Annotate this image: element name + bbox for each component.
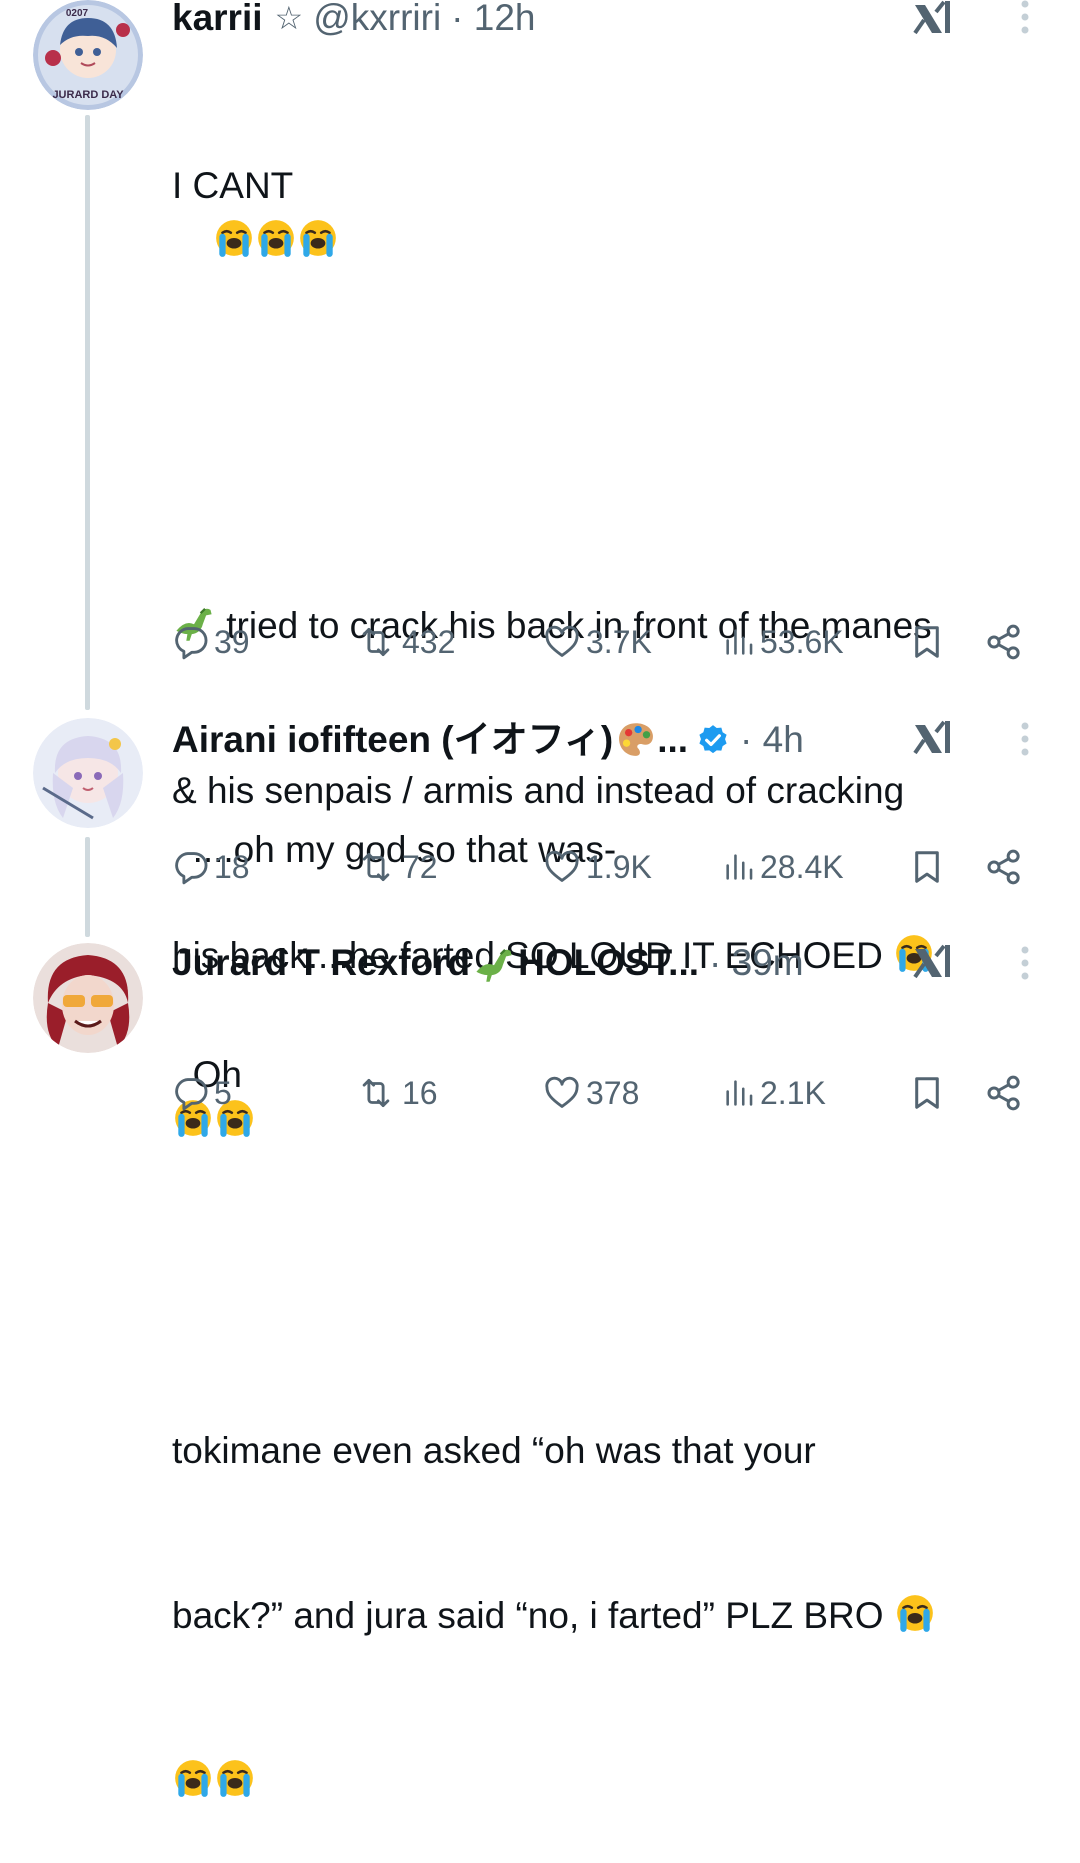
more-icon[interactable] (1015, 942, 1035, 986)
avatar-caption: JURARD DAY (52, 89, 124, 101)
repost-count: 72 (402, 848, 438, 885)
view-count: 2.1K (760, 1074, 826, 1111)
repost-button[interactable]: 16 (354, 1071, 438, 1115)
tweet-header: karrii ☆ @kxrriri · 12h (172, 0, 950, 40)
share-icon (984, 1073, 1024, 1113)
name-truncation: ... (657, 719, 689, 760)
like-button[interactable]: 1.9K (542, 845, 652, 889)
bookmark-button[interactable] (908, 620, 950, 664)
author-handle[interactable]: @kxrriri (313, 0, 441, 40)
like-count: 1.9K (586, 848, 652, 885)
dinosaur-emoji (470, 941, 518, 985)
views-icon (722, 848, 756, 886)
repost-icon (354, 848, 398, 886)
bookmark-button[interactable] (908, 1071, 950, 1115)
reply-icon (172, 1074, 210, 1112)
repost-icon (354, 623, 398, 661)
avatar-number: 0207 (66, 8, 89, 19)
like-icon (542, 1074, 582, 1112)
bookmark-icon (908, 622, 946, 662)
grok-icon[interactable] (911, 0, 955, 41)
author-name[interactable]: Airani iofifteen (イオフィ) (172, 718, 613, 762)
share-button[interactable] (984, 620, 1028, 664)
views-button[interactable]: 28.4K (722, 845, 844, 889)
tweet-header: Jurard T Rexford HOLOST... · 39m (172, 941, 950, 985)
crying-emoji (214, 1757, 256, 1799)
verified-icon (696, 723, 730, 757)
tweet-actions: 39 432 3.7K 53.6K (172, 620, 1032, 664)
bookmark-icon (908, 1073, 946, 1113)
star-icon: ☆ (274, 0, 304, 36)
thread-line (85, 115, 90, 710)
author-name[interactable]: Jurard T Rexford (172, 941, 470, 985)
crying-emoji (213, 217, 255, 259)
reply-count: 18 (214, 848, 250, 885)
tweet-line: I CANT (172, 165, 294, 206)
timestamp[interactable]: · 4h (740, 718, 804, 762)
tweet-actions: 5 16 378 2.1K (172, 1071, 1032, 1115)
views-button[interactable]: 2.1K (722, 1071, 826, 1115)
share-icon (984, 847, 1024, 887)
crying-emoji (297, 217, 339, 259)
like-button[interactable]: 378 (542, 1071, 639, 1115)
views-button[interactable]: 53.6K (722, 620, 844, 664)
more-icon[interactable] (1015, 0, 1035, 40)
crying-emoji (255, 217, 297, 259)
like-button[interactable]: 3.7K (542, 620, 652, 664)
repost-button[interactable]: 432 (354, 620, 455, 664)
like-icon (542, 623, 582, 661)
reply-button[interactable]: 18 (172, 845, 250, 889)
like-icon (542, 848, 582, 886)
reply-icon (172, 848, 210, 886)
avatar[interactable] (33, 718, 143, 828)
author-name[interactable]: karrii (172, 0, 263, 40)
repost-count: 432 (402, 623, 456, 660)
timestamp[interactable]: · 12h (451, 0, 535, 40)
reply-button[interactable]: 39 (172, 620, 250, 664)
bookmark-button[interactable] (908, 845, 950, 889)
tweet-actions: 18 72 1.9K 28.4K (172, 845, 1032, 889)
avatar[interactable]: JURARD DAY 0207 (33, 0, 143, 110)
grok-icon[interactable] (911, 717, 955, 761)
repost-icon (354, 1074, 398, 1112)
palette-emoji (615, 719, 657, 761)
tweet-line: back?” and jura said “no, i farted” PLZ … (172, 1595, 884, 1636)
share-button[interactable] (984, 1071, 1028, 1115)
avatar[interactable] (33, 943, 143, 1053)
like-count: 3.7K (586, 623, 652, 660)
timestamp[interactable]: · 39m (709, 941, 804, 985)
reply-count: 5 (214, 1074, 232, 1111)
share-icon (984, 622, 1024, 662)
tweet-header: Airani iofifteen (イオフィ) ... · 4h (172, 718, 950, 762)
share-button[interactable] (984, 845, 1028, 889)
reply-count: 39 (214, 623, 250, 660)
crying-emoji (894, 1592, 936, 1634)
view-count: 53.6K (760, 623, 844, 660)
like-count: 378 (586, 1074, 640, 1111)
grok-icon[interactable] (911, 941, 955, 985)
tweet-line: tokimane even asked “oh was that your (172, 1430, 816, 1471)
bookmark-icon (908, 847, 946, 887)
reply-button[interactable]: 5 (172, 1071, 232, 1115)
views-icon (722, 1074, 756, 1112)
views-icon (722, 623, 756, 661)
thread-line (85, 837, 90, 937)
repost-count: 16 (402, 1074, 438, 1111)
crying-emoji (172, 1757, 214, 1799)
author-name-suffix[interactable]: HOLOST... (518, 941, 699, 985)
view-count: 28.4K (760, 848, 844, 885)
reply-icon (172, 623, 210, 661)
repost-button[interactable]: 72 (354, 845, 438, 889)
more-icon[interactable] (1015, 718, 1035, 762)
